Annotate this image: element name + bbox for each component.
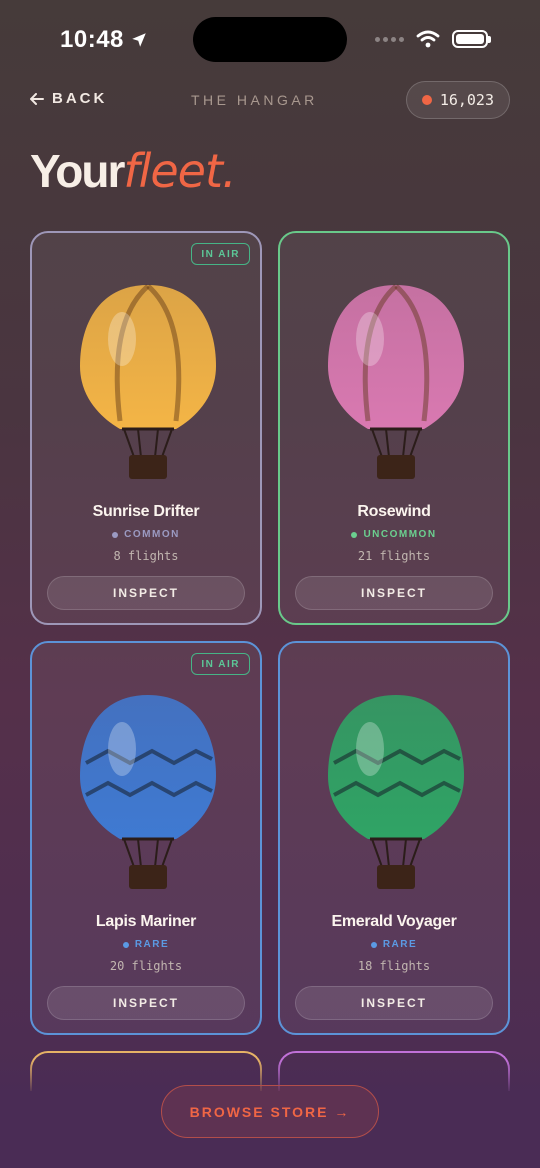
page-title: Yourfleet. (30, 144, 237, 198)
title-accent: fleet. (123, 144, 236, 198)
fleet-card[interactable]: Emerald Voyager RARE 18 flights INSPECT (278, 641, 510, 1035)
status-bar: 10:48 (0, 0, 540, 80)
top-bar: BACK THE HANGAR 16,023 (30, 80, 510, 120)
in-air-badge: IN AIR (191, 653, 250, 675)
rarity-dot (122, 941, 129, 948)
balloon-illustration (328, 284, 464, 479)
balloon-name: Lapis Mariner (95, 913, 197, 930)
rarity-label: RARE (280, 939, 508, 950)
wifi-icon (416, 30, 440, 48)
rarity-dot (370, 941, 377, 948)
flight-count: 21 flights (357, 549, 431, 563)
balance-value: 16,023 (439, 91, 494, 109)
fleet-card[interactable]: Rosewind UNCOMMON 21 flights INSPECT (278, 231, 510, 625)
balloon-illustration (80, 284, 216, 479)
dynamic-island (193, 17, 347, 62)
arrow-left-icon (30, 92, 44, 105)
back-label: BACK (52, 90, 108, 107)
in-air-badge: IN AIR (191, 243, 250, 265)
balloon-illustration (328, 695, 464, 889)
status-icons (375, 30, 491, 48)
flight-count: 20 flights (109, 959, 183, 973)
coin-balance[interactable]: 16,023 (405, 81, 510, 119)
status-time: 10:48 (60, 26, 148, 54)
rarity-text: UNCOMMON (363, 529, 437, 540)
inspect-button[interactable]: INSPECT (47, 986, 245, 1020)
title-plain: Your (30, 145, 125, 197)
rarity-text: COMMON (124, 529, 180, 540)
rarity-dot (112, 531, 119, 538)
fleet-card[interactable]: IN AIR Sunrise Drifter COMMON 8 flights IN… (30, 231, 262, 625)
coin-icon (421, 95, 432, 105)
rarity-text: RARE (134, 939, 170, 950)
balloon-name: Sunrise Drifter (92, 503, 200, 520)
rarity-label: UNCOMMON (280, 529, 508, 540)
time-text: 10:48 (60, 26, 124, 53)
browse-store-button[interactable]: BROWSE STORE → (161, 1085, 379, 1138)
balloon-illustration (80, 695, 216, 889)
rarity-label: RARE (32, 939, 260, 950)
cellular-signal-icon (375, 36, 404, 42)
rarity-text: RARE (382, 939, 418, 950)
inspect-button[interactable]: INSPECT (47, 576, 245, 610)
rarity-label: COMMON (32, 529, 260, 540)
flight-count: 8 flights (113, 549, 179, 563)
fleet-card[interactable]: IN AIR Lapis Mariner RARE 20 flights INSPE… (30, 641, 262, 1035)
balloon-name: Emerald Voyager (331, 913, 457, 930)
battery-icon (452, 30, 491, 48)
back-button[interactable]: BACK (30, 90, 107, 107)
inspect-button[interactable]: INSPECT (295, 986, 493, 1020)
location-arrow-icon (132, 33, 146, 47)
section-title: THE HANGAR (191, 92, 318, 108)
rarity-dot (351, 531, 358, 538)
inspect-button[interactable]: INSPECT (295, 576, 493, 610)
balloon-name: Rosewind (357, 503, 431, 520)
flight-count: 18 flights (357, 959, 431, 973)
